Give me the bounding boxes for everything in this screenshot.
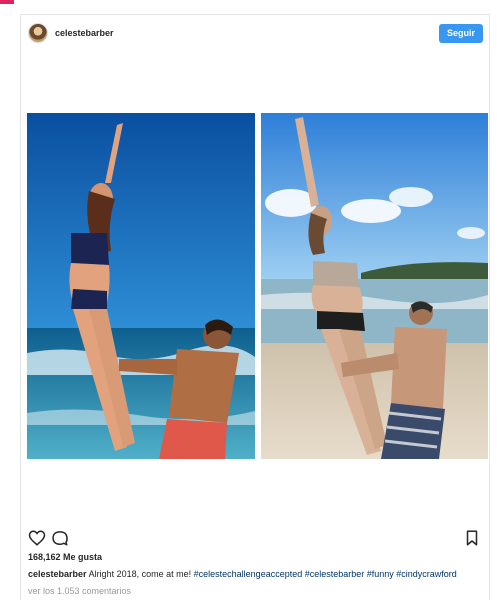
caption-username[interactable]: celestebarber: [28, 569, 87, 579]
post-header: celestebarber Seguir: [21, 15, 489, 55]
likes-count[interactable]: 168,162 Me gusta: [28, 552, 102, 562]
browser-accent-mark: [0, 0, 14, 4]
heart-icon[interactable]: [28, 529, 46, 547]
caption-text: Alright 2018, come at me!: [88, 569, 192, 579]
view-comments-link[interactable]: ver los 1.053 comentarios: [28, 586, 131, 596]
post-image[interactable]: [27, 113, 488, 459]
username[interactable]: celestebarber: [55, 28, 114, 38]
comment-icon[interactable]: [51, 529, 69, 547]
post-caption: celestebarber Alright 2018, come at me! …: [28, 569, 488, 579]
post-actions: [21, 529, 489, 549]
follow-button[interactable]: Seguir: [439, 24, 483, 43]
caption-hashtags[interactable]: #celestechallengeaccepted #celestebarber…: [194, 569, 457, 579]
avatar[interactable]: [28, 23, 48, 43]
photo-right: [261, 113, 488, 459]
bookmark-icon[interactable]: [463, 529, 481, 547]
photo-left: [27, 113, 255, 459]
instagram-post: celestebarber Seguir 168,162 Me gusta ce…: [20, 14, 490, 600]
